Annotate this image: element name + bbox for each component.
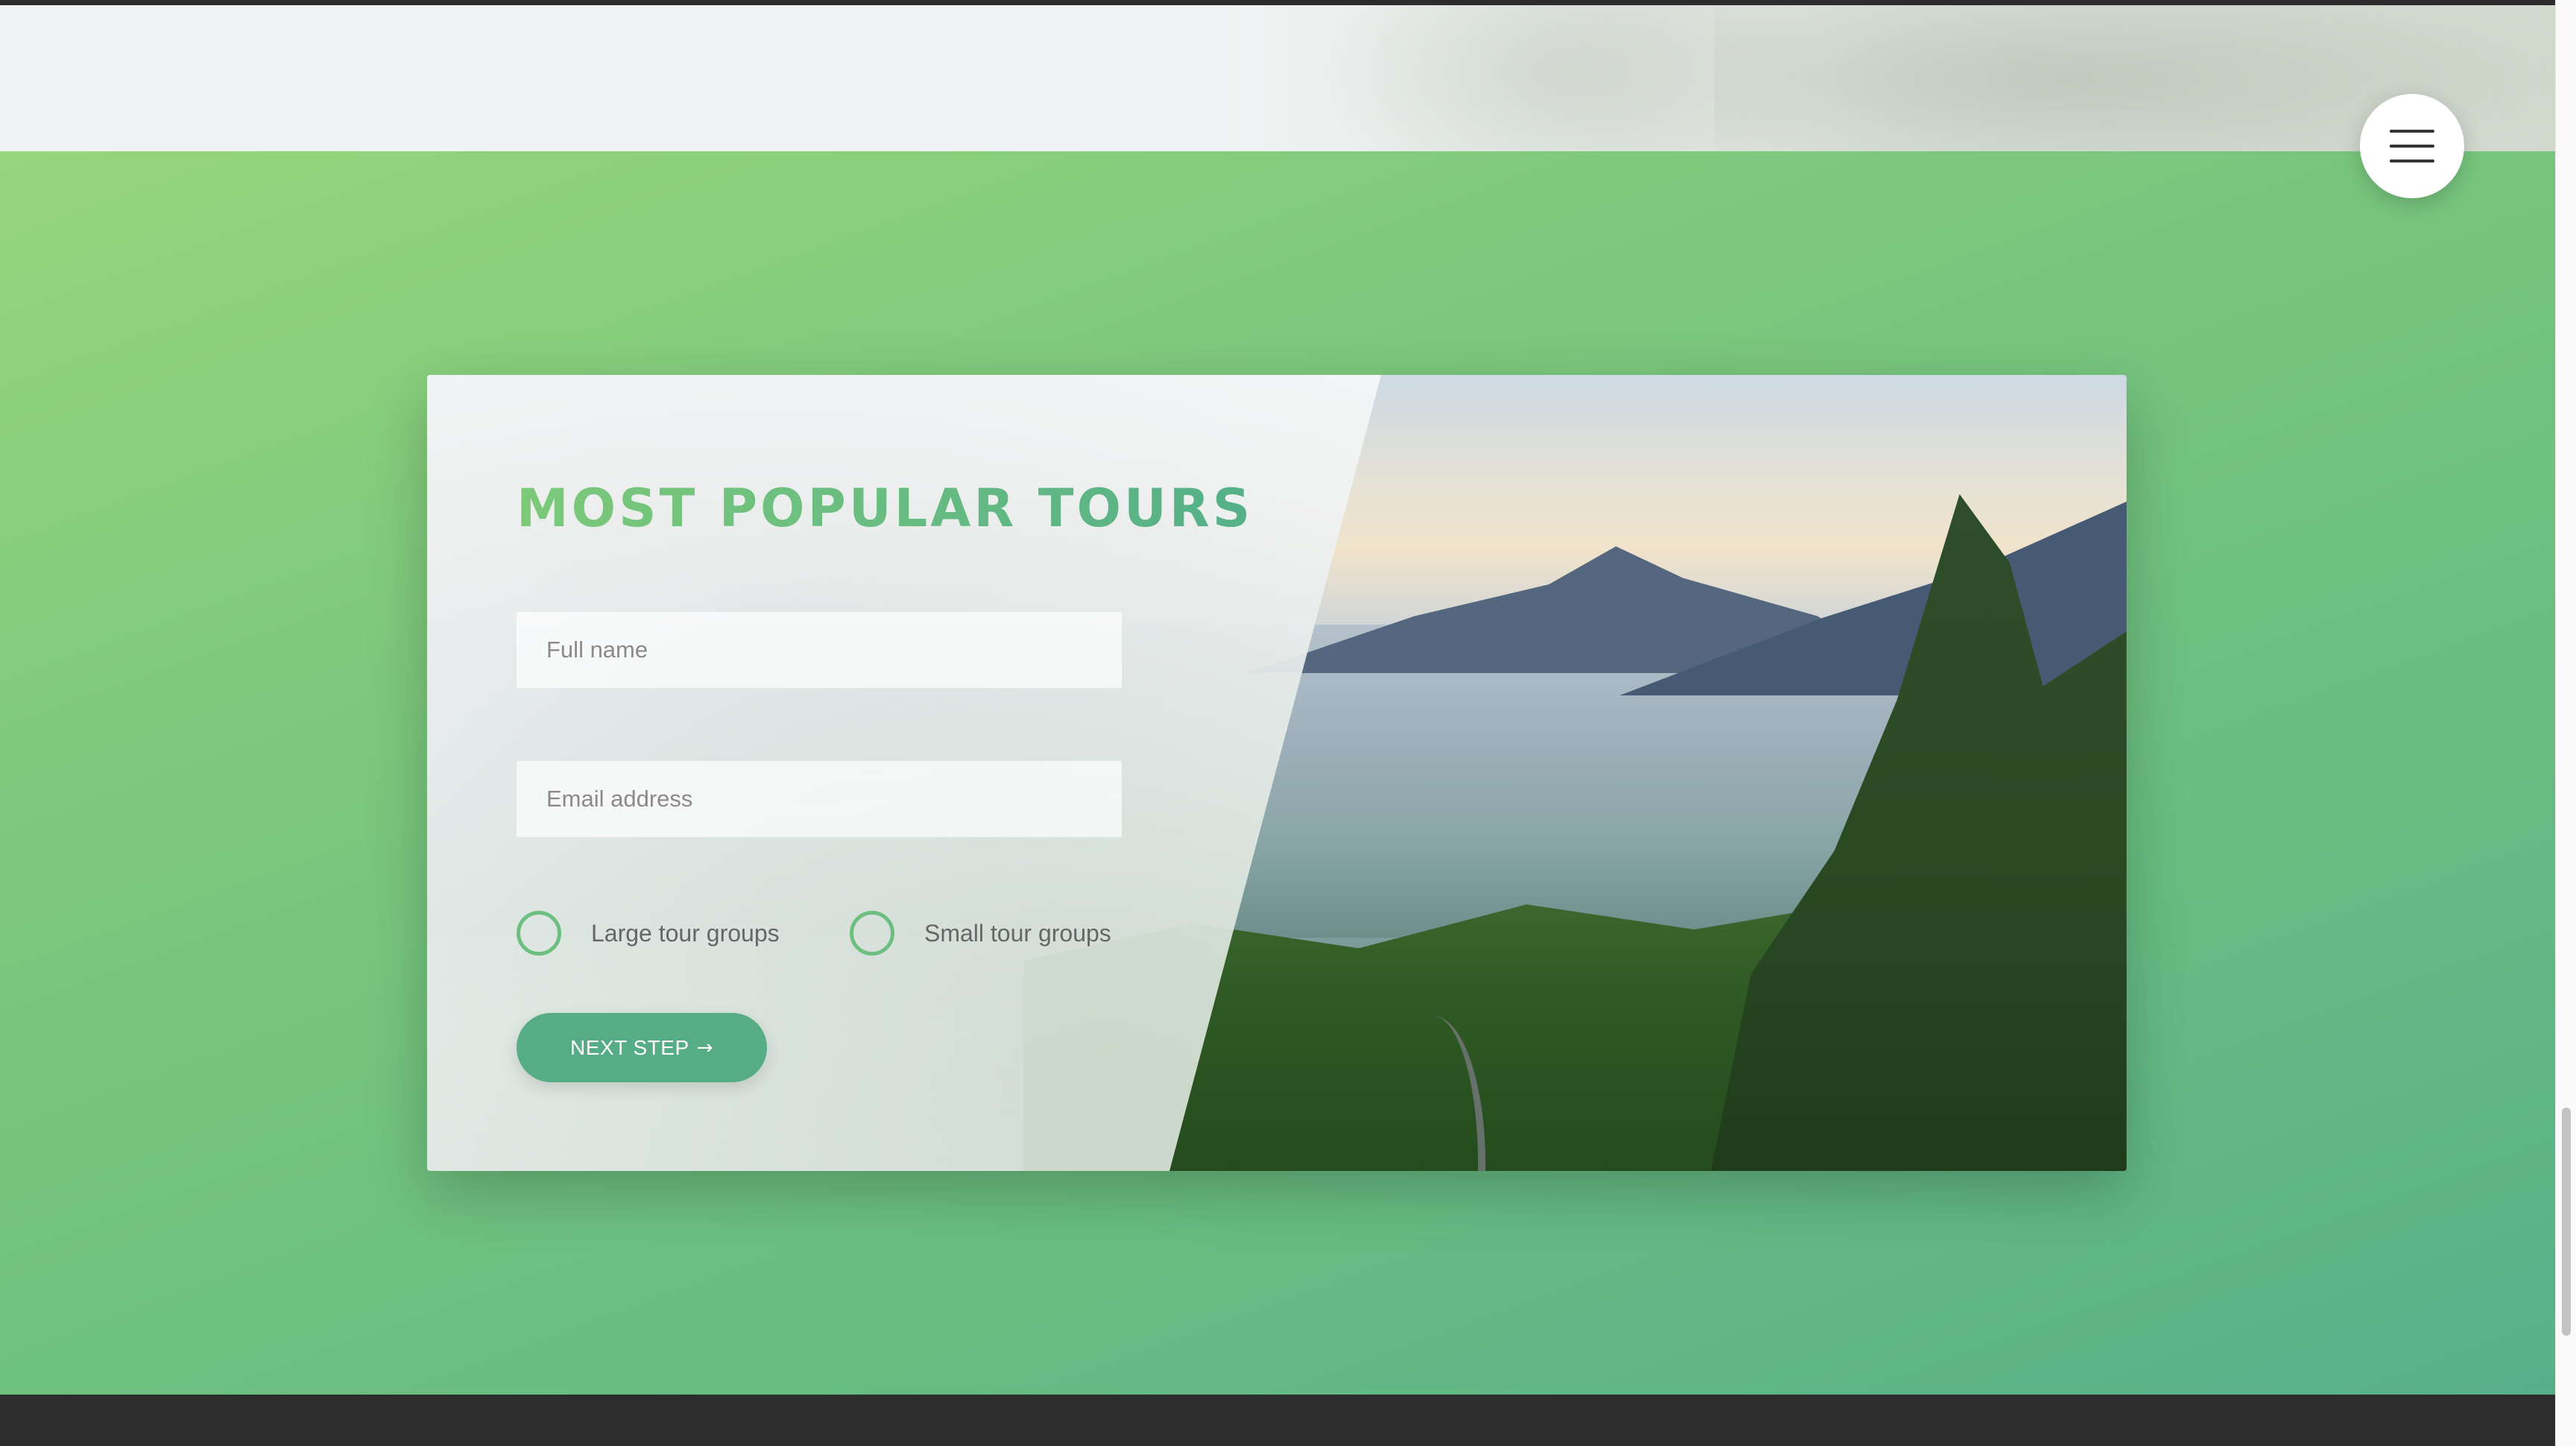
email-input[interactable] — [517, 761, 1122, 837]
radio-large-tour-groups[interactable]: Large tour groups — [517, 911, 780, 956]
radio-circle-icon[interactable] — [850, 911, 894, 956]
hamburger-menu-icon — [2390, 130, 2434, 133]
arrow-right-icon: → — [696, 1036, 713, 1059]
hero-image-strip — [0, 5, 2555, 151]
next-step-button[interactable]: NEXT STEP → — [517, 1013, 767, 1082]
scrollbar-thumb[interactable] — [2562, 1108, 2571, 1336]
booking-card: MOST POPULAR TOURS Large tour groups Sma… — [427, 375, 2127, 1171]
menu-button[interactable] — [2360, 94, 2464, 198]
top-bar — [0, 0, 2555, 5]
radio-circle-icon[interactable] — [517, 911, 561, 956]
radio-small-tour-groups[interactable]: Small tour groups — [850, 911, 1111, 956]
next-step-label: NEXT STEP — [570, 1035, 689, 1059]
full-name-input[interactable] — [517, 612, 1122, 688]
footer-bar — [0, 1395, 2555, 1446]
page-scrollbar[interactable] — [2555, 0, 2576, 1446]
radio-label-large: Large tour groups — [591, 919, 780, 947]
section-title: MOST POPULAR TOURS — [517, 478, 1254, 539]
radio-label-small: Small tour groups — [924, 919, 1111, 947]
